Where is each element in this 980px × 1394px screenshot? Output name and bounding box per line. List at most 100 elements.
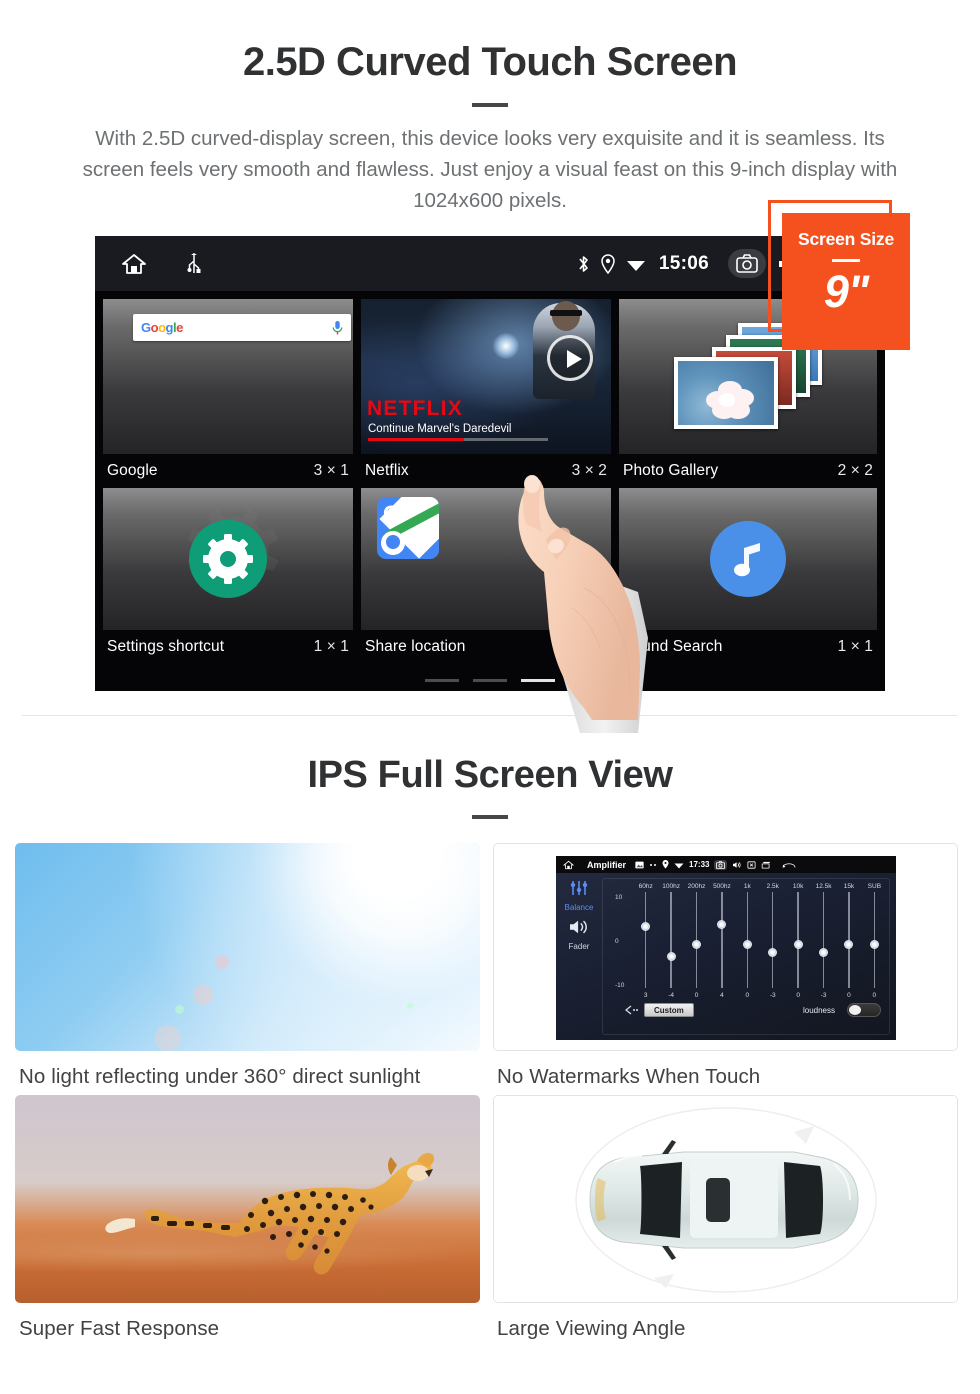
volume-icon[interactable] <box>732 861 742 869</box>
band-value: -3 <box>820 992 827 999</box>
eq-slider[interactable] <box>709 892 734 990</box>
eq-panel: 60hz 100hz 200hz 500hz 1k 2.5k 10k 12.5k… <box>602 878 890 1035</box>
card-caption: Large Viewing Angle <box>497 1317 686 1340</box>
widget-size: 1 × 1 <box>313 638 349 655</box>
widget-size: 3 × 2 <box>571 462 607 479</box>
widget-settings-shortcut[interactable]: Settings shortcut 1 × 1 <box>103 488 353 664</box>
netflix-brand: NETFLIX <box>367 397 463 420</box>
android-home-screen: 15:06 Google Google 3 × 1 NETFLIX Contin… <box>95 236 885 691</box>
car-top-view-illustration <box>493 1095 958 1303</box>
ips-title-underline <box>472 815 508 819</box>
close-icon[interactable] <box>747 860 756 869</box>
microphone-icon[interactable] <box>332 320 343 336</box>
eq-slider[interactable] <box>811 892 836 990</box>
running-cheetah-photo <box>15 1095 480 1303</box>
widget-netflix[interactable]: NETFLIX Continue Marvel's Daredevil Netf… <box>361 299 611 488</box>
car-diagram <box>575 1107 877 1293</box>
frequency-labels: 60hz 100hz 200hz 500hz 1k 2.5k 10k 12.5k… <box>603 879 889 890</box>
loudness-toggle[interactable] <box>847 1003 881 1017</box>
feature-grid: No light reflecting under 360° direct su… <box>15 843 965 1341</box>
fader-icon[interactable] <box>567 918 591 936</box>
feature-card-cheetah: Super Fast Response <box>15 1095 487 1341</box>
eq-slider[interactable] <box>658 892 683 990</box>
back-icon[interactable] <box>782 860 796 869</box>
band-value: 0 <box>847 992 851 999</box>
band-value: 0 <box>872 992 877 999</box>
widget-size: 1 × 1 <box>837 638 873 655</box>
music-note-icon <box>710 521 786 597</box>
recents-icon[interactable] <box>761 861 771 869</box>
band-value: 3 <box>643 992 648 999</box>
amp-status-bar: Amplifier 17:33 <box>556 856 896 873</box>
status-time: 15:06 <box>658 252 709 274</box>
card-caption: No Watermarks When Touch <box>497 1065 761 1088</box>
band-freq: 500hz <box>713 883 731 890</box>
image-icon[interactable] <box>635 861 644 869</box>
eq-footer: Custom loudness <box>603 999 889 1017</box>
amplifier-ui: Amplifier 17:33 Balance Fader 60hz 100hz… <box>556 856 896 1040</box>
location-icon <box>662 860 669 869</box>
progress-bar <box>368 438 548 441</box>
prev-preset-icon[interactable] <box>625 1005 638 1015</box>
play-icon[interactable] <box>547 335 593 381</box>
badge-body: Screen Size 9" <box>782 213 910 350</box>
title-underline <box>472 103 508 107</box>
card-caption: Super Fast Response <box>19 1317 220 1340</box>
band-freq: 10k <box>792 883 804 890</box>
home-icon[interactable] <box>121 252 147 276</box>
ips-title: IPS Full Screen View <box>307 754 673 796</box>
eq-slider[interactable] <box>785 892 810 990</box>
badge-value: 9" <box>823 266 869 317</box>
page-dot-active[interactable] <box>521 679 555 682</box>
head-unit-screenshot: 15:06 Google Google 3 × 1 NETFLIX Contin… <box>95 236 885 733</box>
eq-slider[interactable] <box>684 892 709 990</box>
eq-slider[interactable] <box>633 892 658 990</box>
widget-row-1: Google Google 3 × 1 NETFLIX Continue Mar… <box>103 299 877 488</box>
fader-tab-label[interactable]: Fader <box>556 942 602 951</box>
camera-icon[interactable] <box>728 249 766 278</box>
balance-tab-label[interactable]: Balance <box>556 903 602 912</box>
band-freq: 60hz <box>638 883 653 890</box>
sunlight-sky-photo <box>15 843 480 1051</box>
product-detail-page: 2.5D Curved Touch Screen With 2.5D curve… <box>0 0 980 1394</box>
band-value: -3 <box>769 992 776 999</box>
eq-slider[interactable] <box>836 892 861 990</box>
band-freq: 200hz <box>687 883 706 890</box>
widget-label: Share location <box>365 638 466 655</box>
camera-icon[interactable] <box>714 859 728 870</box>
eq-slider[interactable] <box>862 892 887 990</box>
band-freq: 1k <box>743 883 751 890</box>
amp-time: 17:33 <box>689 860 710 869</box>
eq-sliders: 10 0 -10 <box>603 890 889 990</box>
widget-label: Photo Gallery <box>623 462 719 479</box>
amplifier-equalizer-screen: Amplifier 17:33 Balance Fader 60hz 100hz… <box>493 843 958 1051</box>
preset-button[interactable]: Custom <box>644 1003 694 1017</box>
amp-side-tabs: Balance Fader <box>556 873 602 1040</box>
band-value: 0 <box>694 992 699 999</box>
eq-slider[interactable] <box>735 892 760 990</box>
google-search-widget[interactable]: Google <box>133 314 351 341</box>
band-value: 0 <box>745 992 750 999</box>
widget-google[interactable]: Google Google 3 × 1 <box>103 299 353 488</box>
bluetooth-icon <box>577 254 590 274</box>
balance-icon[interactable] <box>569 880 589 896</box>
page-dot[interactable] <box>473 679 507 682</box>
widget-sound-search[interactable]: Sound Search 1 × 1 <box>619 488 877 664</box>
page-indicator[interactable] <box>95 679 885 682</box>
feature-card-viewing-angle: Large Viewing Angle <box>493 1095 965 1341</box>
card-caption: No light reflecting under 360° direct su… <box>19 1065 421 1088</box>
more-icon[interactable] <box>649 863 657 867</box>
widget-label: Google <box>107 462 158 479</box>
widget-share-location[interactable]: G Share location 1 × 1 <box>361 488 611 664</box>
page-dot[interactable] <box>425 679 459 682</box>
band-values: 3 -4 0 4 0 -3 0 -3 0 0 <box>603 990 889 999</box>
widget-picker: Google Google 3 × 1 NETFLIX Continue Mar… <box>95 291 885 691</box>
scale-mid: 0 <box>615 938 619 945</box>
eq-slider[interactable] <box>760 892 785 990</box>
usb-icon[interactable] <box>187 252 201 275</box>
curved-screen-section: 2.5D Curved Touch Screen With 2.5D curve… <box>0 0 980 733</box>
netflix-widget: NETFLIX Continue Marvel's Daredevil <box>361 299 611 454</box>
widget-label: Settings shortcut <box>107 638 225 655</box>
badge-label: Screen Size <box>797 229 895 249</box>
home-icon[interactable] <box>563 860 574 870</box>
